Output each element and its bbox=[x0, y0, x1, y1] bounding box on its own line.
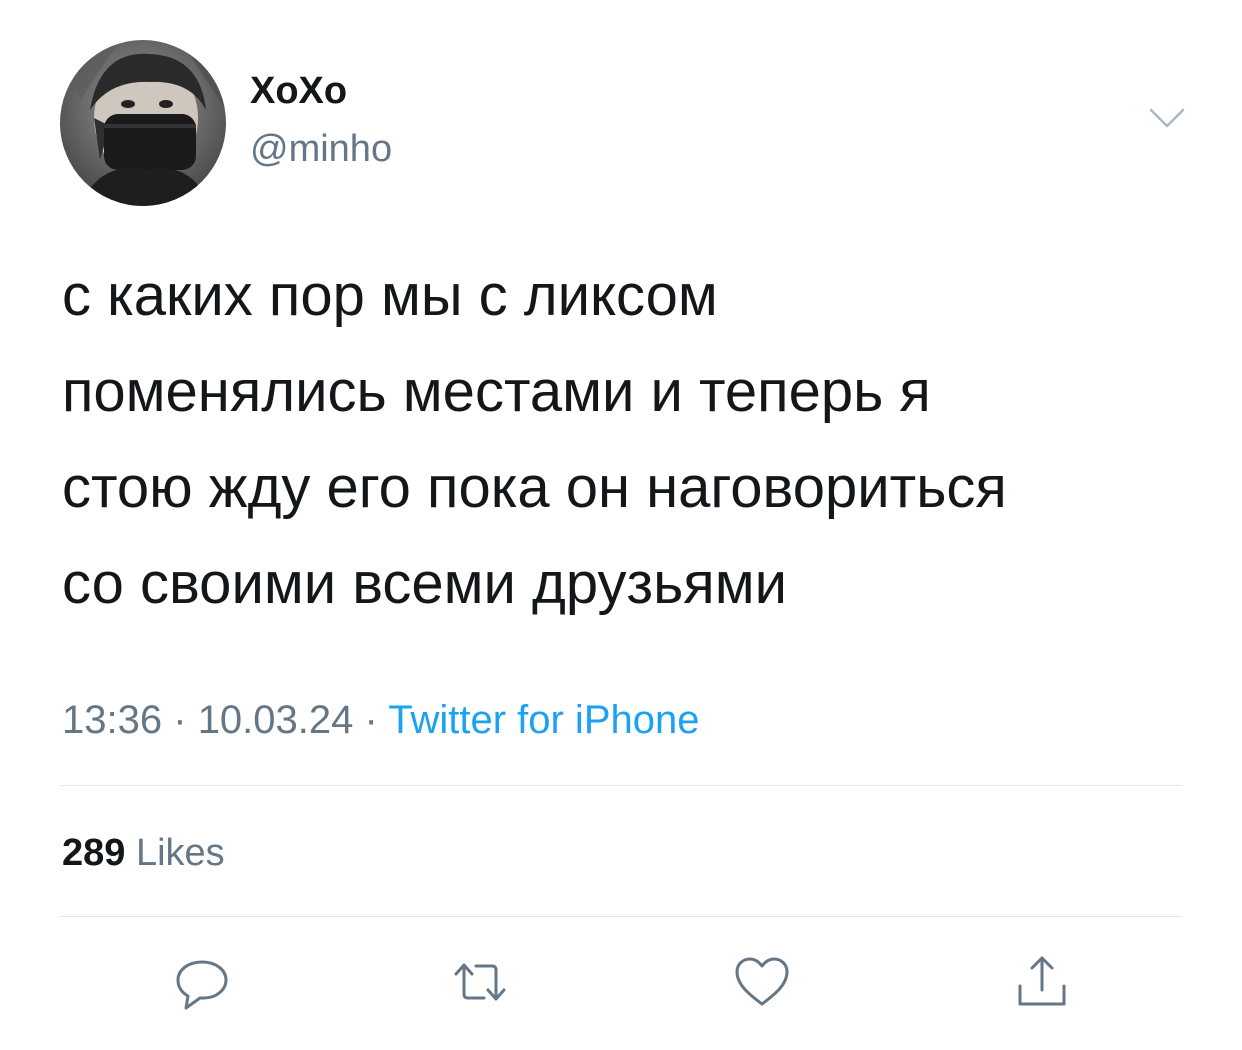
like-icon bbox=[735, 957, 789, 1006]
tweet-detail: XoXo @minho с каких пор мы с ликсом поме… bbox=[0, 0, 1242, 1050]
author-display-name[interactable]: XoXo bbox=[250, 66, 347, 116]
meta-separator: · bbox=[173, 698, 187, 742]
retweet-button[interactable] bbox=[448, 950, 512, 1014]
tweet-text: с каких пор мы с ликсом поменялись места… bbox=[62, 248, 1192, 632]
divider bbox=[60, 916, 1182, 917]
tweet-text-line: поменялись местами и теперь я bbox=[62, 359, 931, 424]
likes-label: Likes bbox=[135, 832, 225, 874]
tweet-text-line: стою жду его пока он наговориться bbox=[62, 455, 1007, 520]
tweet-source-link[interactable]: Twitter for iPhone bbox=[388, 698, 699, 742]
tweet-text-line: со своими всеми друзьями bbox=[62, 551, 787, 616]
tweet-date[interactable]: 10.03.24 bbox=[198, 698, 354, 742]
more-options-chevron-icon[interactable] bbox=[1147, 104, 1187, 134]
likes-stat[interactable]: 289 Likes bbox=[62, 826, 225, 880]
author-handle[interactable]: @minho bbox=[250, 124, 392, 174]
share-icon bbox=[1018, 956, 1066, 1006]
avatar-image bbox=[60, 40, 226, 206]
divider bbox=[60, 785, 1182, 786]
share-button[interactable] bbox=[1010, 950, 1074, 1014]
avatar[interactable] bbox=[60, 40, 226, 206]
tweet-time[interactable]: 13:36 bbox=[62, 698, 162, 742]
like-button[interactable] bbox=[730, 950, 794, 1014]
likes-count: 289 bbox=[62, 832, 126, 874]
tweet-metadata: 13:36 · 10.03.24 · Twitter for iPhone bbox=[62, 692, 699, 748]
tweet-text-line: с каких пор мы с ликсом bbox=[62, 263, 718, 328]
reply-button[interactable] bbox=[170, 950, 234, 1014]
reply-icon bbox=[176, 960, 228, 1010]
meta-separator: · bbox=[364, 698, 378, 742]
retweet-icon bbox=[454, 963, 506, 1001]
